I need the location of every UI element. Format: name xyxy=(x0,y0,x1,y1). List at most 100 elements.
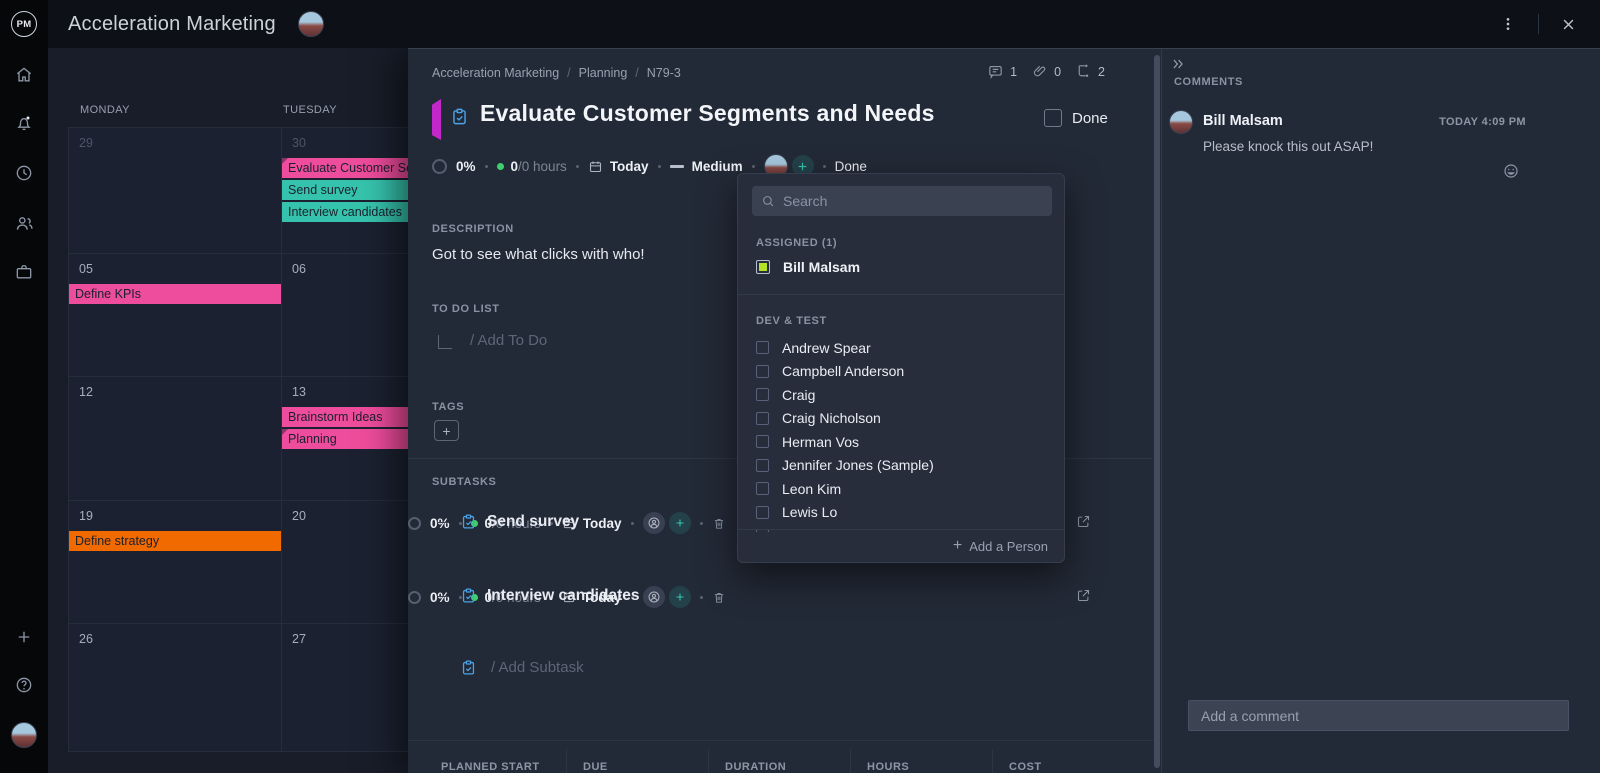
sidebar-item-portfolio[interactable] xyxy=(0,255,48,289)
calendar-day-cell[interactable]: 05Define KPIs xyxy=(69,254,282,377)
task-title[interactable]: Evaluate Customer Segments and Needs xyxy=(480,100,935,127)
calendar-day-cell[interactable]: 19Define strategy xyxy=(69,501,282,624)
assignee-search-input[interactable] xyxy=(783,193,1043,209)
subtask-title[interactable]: Interview candidates xyxy=(487,587,639,605)
subtask-progress[interactable]: 0% xyxy=(430,516,450,531)
todo-label: TO DO LIST xyxy=(432,303,500,315)
collapse-panel-button[interactable] xyxy=(1170,56,1186,77)
modal-scrollbar[interactable] xyxy=(1154,55,1160,768)
person-checkbox[interactable] xyxy=(756,365,769,378)
assignee-placeholder-button[interactable] xyxy=(643,512,665,534)
emoji-reaction-button[interactable] xyxy=(1502,162,1520,185)
progress-ring-icon[interactable] xyxy=(408,591,421,604)
calendar-day-cell[interactable]: 13Brainstorm IdeasPlanning xyxy=(282,377,408,501)
due-date[interactable]: Today xyxy=(610,159,649,174)
priority-value[interactable]: Medium xyxy=(692,159,743,174)
sidebar-add-button[interactable] xyxy=(0,620,48,654)
person-row[interactable]: Craig xyxy=(756,383,1048,407)
attachment-count-icon[interactable] xyxy=(1031,63,1048,80)
delete-subtask-button[interactable] xyxy=(712,590,726,605)
person-row[interactable]: Campbell Anderson xyxy=(756,360,1048,384)
breadcrumb-task-id[interactable]: N79-3 xyxy=(647,66,681,80)
add-subtask-field[interactable]: / Add Subtask xyxy=(460,659,584,676)
done-checkbox-wrap[interactable]: Done xyxy=(1044,109,1108,127)
priority-flag-icon xyxy=(432,99,441,140)
add-person-button[interactable]: + Add a Person xyxy=(738,529,1064,562)
add-assignee-button[interactable] xyxy=(669,512,691,534)
calendar-day-cell[interactable]: 20 xyxy=(282,501,408,624)
sidebar-help-button[interactable] xyxy=(0,668,48,702)
sidebar-item-team[interactable] xyxy=(0,206,48,240)
description-text[interactable]: Got to see what clicks with who! xyxy=(432,246,645,263)
sidebar-item-recent[interactable] xyxy=(0,156,48,190)
person-row[interactable]: Craig Nicholson xyxy=(756,407,1048,431)
user-avatar[interactable] xyxy=(0,718,48,752)
assignee-picker-popover: ASSIGNED (1) Bill Malsam DEV & TEST Andr… xyxy=(737,173,1065,563)
calendar-event[interactable]: Evaluate Customer Seg xyxy=(282,158,408,178)
person-checkbox[interactable] xyxy=(756,482,769,495)
sidebar-item-home[interactable] xyxy=(0,58,48,92)
person-row[interactable]: Leon Kim xyxy=(756,477,1048,501)
subtask-count: 2 xyxy=(1098,65,1105,79)
person-checkbox[interactable] xyxy=(756,459,769,472)
progress-ring-icon[interactable] xyxy=(432,159,447,174)
assigned-checkbox[interactable] xyxy=(756,260,770,274)
assignee-placeholder-button[interactable] xyxy=(643,586,665,608)
project-title: Acceleration Marketing xyxy=(68,13,276,36)
add-tag-button[interactable]: + xyxy=(434,420,459,441)
progress-ring-icon[interactable] xyxy=(408,517,421,530)
calendar-day-cell[interactable]: 29 xyxy=(69,128,282,254)
close-task-button[interactable] xyxy=(1557,13,1580,36)
done-checkbox[interactable] xyxy=(1044,109,1062,127)
app-logo[interactable]: PM xyxy=(11,11,37,37)
external-link-icon xyxy=(1076,514,1091,529)
sidebar-item-notifications[interactable] xyxy=(0,106,48,140)
person-checkbox[interactable] xyxy=(756,412,769,425)
top-bar: Acceleration Marketing xyxy=(0,0,1600,48)
hours-done[interactable]: 0 xyxy=(511,159,519,174)
calendar-event[interactable]: Define KPIs xyxy=(69,284,281,304)
calendar-event[interactable]: Interview candidates xyxy=(282,202,408,222)
calendar-day-cell[interactable]: 12 xyxy=(69,377,282,501)
person-row[interactable]: Jennifer Jones (Sample) xyxy=(756,454,1048,478)
calendar-day-cell[interactable]: 26 xyxy=(69,624,282,752)
person-row[interactable]: Lewis Lo xyxy=(756,501,1048,525)
open-subtask-button[interactable] xyxy=(1076,588,1091,608)
person-row[interactable]: Herman Vos xyxy=(756,430,1048,454)
table-column-header: PLANNED START xyxy=(432,749,567,773)
calendar-event[interactable]: Define strategy xyxy=(69,531,281,551)
breadcrumb-project[interactable]: Acceleration Marketing xyxy=(432,66,559,80)
calendar-event[interactable]: Planning xyxy=(282,429,408,449)
breadcrumb-plan[interactable]: Planning xyxy=(579,66,628,80)
progress-value[interactable]: 0% xyxy=(456,159,476,174)
add-assignee-button[interactable] xyxy=(669,586,691,608)
subtask-date[interactable]: Today xyxy=(583,516,622,531)
add-todo-field[interactable]: / Add To Do xyxy=(438,332,547,349)
person-checkbox[interactable] xyxy=(756,506,769,519)
project-owner-avatar[interactable] xyxy=(298,11,324,37)
subtask-progress[interactable]: 0% xyxy=(430,590,450,605)
hours-rest[interactable]: /0 hours xyxy=(518,159,567,174)
person-checkbox[interactable] xyxy=(756,341,769,354)
calendar-day-cell[interactable]: 30Evaluate Customer SegSend surveyInterv… xyxy=(282,128,408,254)
open-subtask-button[interactable] xyxy=(1076,514,1091,534)
person-name: Leon Kim xyxy=(782,481,841,497)
person-checkbox[interactable] xyxy=(756,388,769,401)
calendar-event[interactable]: Send survey xyxy=(282,180,408,200)
calendar-day-cell[interactable]: 06 xyxy=(282,254,408,377)
delete-subtask-button[interactable] xyxy=(712,516,726,531)
assigned-section-label: ASSIGNED (1) xyxy=(756,237,837,249)
subtask-title[interactable]: Send survey xyxy=(487,513,579,531)
person-checkbox[interactable] xyxy=(756,435,769,448)
calendar-event[interactable]: Brainstorm Ideas xyxy=(282,407,408,427)
assignee-search-box[interactable] xyxy=(752,186,1052,216)
add-todo-placeholder: / Add To Do xyxy=(470,332,547,349)
comment-count-icon[interactable] xyxy=(987,63,1004,80)
status-value[interactable]: Done xyxy=(835,159,867,174)
person-row[interactable]: Andrew Spear xyxy=(756,336,1048,360)
more-options-button[interactable] xyxy=(1496,12,1520,36)
calendar-day-cell[interactable]: 27 xyxy=(282,624,408,752)
assigned-person-row[interactable]: Bill Malsam xyxy=(756,259,860,275)
add-comment-input[interactable] xyxy=(1188,700,1569,731)
subtask-count-icon[interactable] xyxy=(1075,63,1092,80)
